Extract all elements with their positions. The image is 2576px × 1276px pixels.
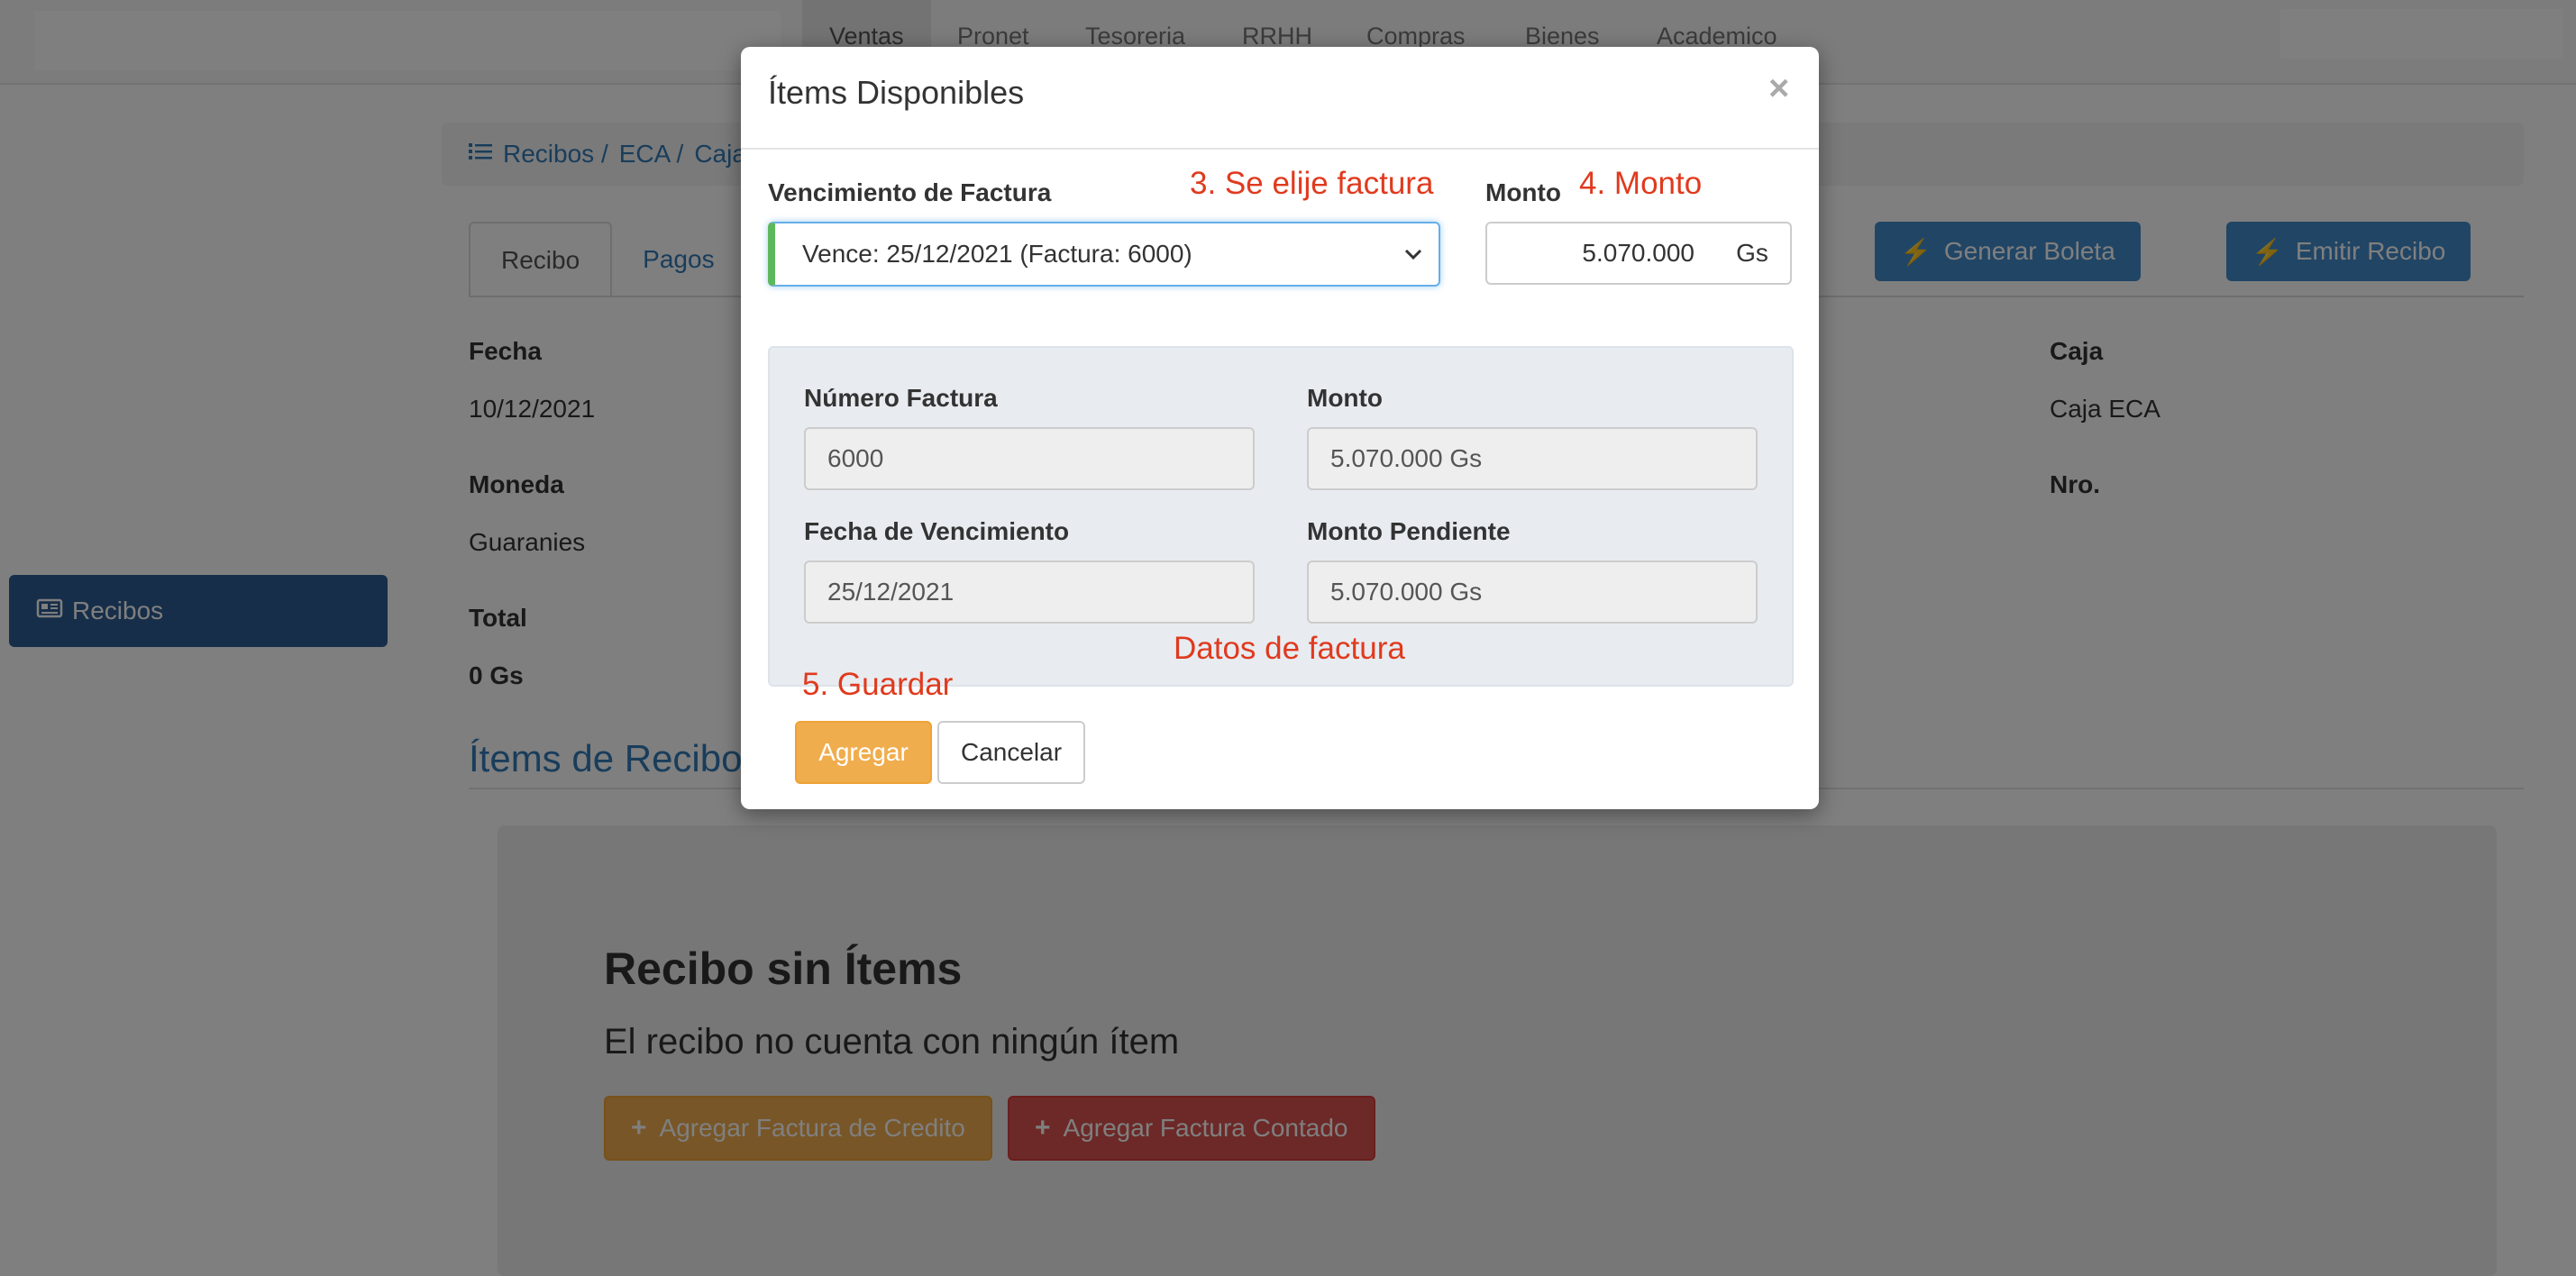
monto-factura-value: 5.070.000 Gs	[1330, 444, 1483, 472]
numero-factura-label: Número Factura	[804, 384, 998, 412]
modal-title: Ítems Disponibles	[768, 74, 1025, 111]
annotation-step5: 5. Guardar	[802, 667, 954, 702]
items-disponibles-modal: Ítems Disponibles × Vencimiento de Factu…	[741, 47, 1819, 809]
monto-factura-field: 5.070.000 Gs	[1307, 427, 1758, 490]
annotation-datos-factura: Datos de factura	[1174, 631, 1405, 666]
monto-factura-label: Monto	[1307, 384, 1383, 412]
select-value: Vence: 25/12/2021 (Factura: 6000)	[802, 240, 1192, 268]
chevron-down-icon	[1404, 242, 1422, 267]
fecha-vencimiento-field: 25/12/2021	[804, 561, 1255, 624]
vencimiento-factura-select[interactable]: Vence: 25/12/2021 (Factura: 6000)	[768, 222, 1440, 287]
agregar-button[interactable]: Agregar	[795, 721, 932, 784]
monto-currency-addon: Gs	[1714, 222, 1792, 285]
annotation-step3: 3. Se elije factura	[1190, 166, 1434, 201]
vencimiento-label: Vencimiento de Factura	[768, 178, 1052, 206]
monto-label: Monto	[1485, 178, 1561, 206]
monto-pendiente-field: 5.070.000 Gs	[1307, 561, 1758, 624]
monto-input[interactable]: 5.070.000	[1485, 222, 1716, 285]
close-icon[interactable]: ×	[1768, 68, 1789, 109]
numero-factura-value: 6000	[827, 444, 884, 472]
fecha-vencimiento-value: 25/12/2021	[827, 578, 955, 606]
monto-pendiente-label: Monto Pendiente	[1307, 517, 1511, 545]
cancelar-button[interactable]: Cancelar	[937, 721, 1085, 784]
datos-factura-panel: Número Factura 6000 Monto 5.070.000 Gs F…	[768, 346, 1794, 687]
annotation-step4: 4. Monto	[1579, 166, 1703, 201]
numero-factura-field: 6000	[804, 427, 1255, 490]
monto-input-value: 5.070.000	[1582, 239, 1694, 267]
modal-header: Ítems Disponibles ×	[741, 47, 1819, 150]
fecha-vencimiento-label: Fecha de Vencimiento	[804, 517, 1070, 545]
monto-pendiente-value: 5.070.000 Gs	[1330, 578, 1483, 606]
